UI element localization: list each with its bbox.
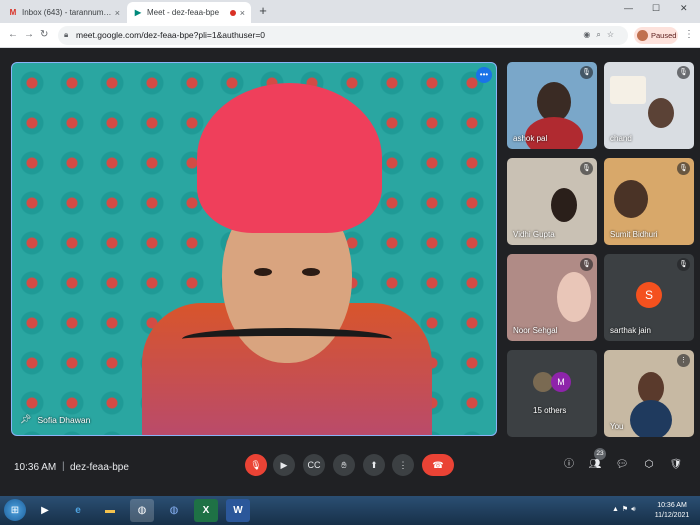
avatar: [637, 30, 648, 41]
participant-name: Vidhi Gupta: [513, 230, 555, 239]
meet-icon: ▶: [134, 8, 142, 17]
host-controls-icon[interactable]: 🛡︎: [669, 458, 683, 472]
separator: |: [62, 461, 65, 472]
recording-indicator-icon: [229, 9, 236, 16]
meeting-info-icon[interactable]: ⓘ: [562, 458, 576, 472]
meet-control-bar: 10:36 AM | dez-feaa-bpe 🎙︎ ▶ CC ✋︎ ⬆ ⋮ ☎…: [0, 448, 700, 496]
participant-tile[interactable]: 🎙︎ Noor Sehgal: [507, 254, 597, 341]
mic-off-icon: 🎙︎: [677, 258, 690, 271]
captions-button[interactable]: CC: [303, 454, 325, 476]
others-tile[interactable]: M 15 others: [507, 350, 597, 437]
tab-title: Meet - dez-feaa-bpe: [147, 8, 220, 17]
tab-gmail-inbox[interactable]: M Inbox (643) - tarannum@theindi... ×: [2, 2, 126, 23]
meet-stage: ••• 📌︎ Sofia Dhawan 🎙︎ ashok pal 🎙︎ chan…: [0, 48, 700, 496]
participant-name: You: [610, 422, 624, 431]
avatar: S: [636, 282, 662, 308]
activities-icon[interactable]: ⬡: [642, 458, 656, 472]
browser-icon[interactable]: ◍: [162, 499, 186, 522]
reload-icon[interactable]: ↻: [40, 29, 48, 40]
back-arrow-icon[interactable]: ←: [8, 29, 18, 40]
meeting-time: 10:36 AM: [14, 462, 57, 473]
participant-name: chand: [610, 134, 632, 143]
speaker-name: Sofia Dhawan: [37, 414, 91, 425]
mic-off-icon: 🎙︎: [580, 66, 593, 79]
forward-arrow-icon[interactable]: →: [24, 29, 34, 40]
tab-title: Inbox (643) - tarannum@theindi...: [22, 8, 115, 17]
others-count: 15 others: [533, 406, 567, 415]
system-tray-icon[interactable]: ▲⚑🔊︎: [612, 505, 639, 514]
participant-tile[interactable]: 🎙︎ ashok pal: [507, 62, 597, 149]
chrome-icon[interactable]: ◍: [130, 499, 154, 522]
participant-name: sarthak jain: [610, 326, 651, 335]
lock-icon: 🔒︎: [64, 30, 69, 39]
taskbar-clock[interactable]: 10:36 AM 11/12/2021: [646, 501, 698, 521]
meeting-code[interactable]: dez-feaa-bpe: [70, 462, 129, 473]
camera-button[interactable]: ▶: [273, 454, 295, 476]
speaker-video: [142, 83, 432, 435]
present-button[interactable]: ⬆: [363, 454, 385, 476]
speaker-name-label: 📌︎ Sofia Dhawan: [20, 414, 90, 425]
participant-name: ashok pal: [513, 134, 548, 143]
word-icon[interactable]: W: [226, 499, 250, 522]
new-tab-button[interactable]: +: [256, 4, 270, 18]
start-button-icon[interactable]: ⊞: [4, 499, 26, 521]
minimize-icon[interactable]: —: [624, 3, 633, 13]
more-options-button[interactable]: ⋮: [392, 454, 414, 476]
self-tile[interactable]: ⋮ You: [604, 350, 694, 437]
close-tab-icon[interactable]: ×: [115, 8, 120, 18]
participant-tile[interactable]: 🎙︎ Vidhi Gupta: [507, 158, 597, 245]
main-speaker-tile[interactable]: ••• 📌︎ Sofia Dhawan: [11, 62, 497, 436]
participant-tile[interactable]: S 🎙︎ sarthak jain: [604, 254, 694, 341]
tab-meet[interactable]: ▶ Meet - dez-feaa-bpe ×: [127, 2, 251, 23]
maximize-icon[interactable]: ☐: [652, 3, 660, 14]
file-explorer-icon[interactable]: ▬: [98, 499, 122, 522]
participant-name: Noor Sehgal: [513, 326, 558, 335]
raise-hand-button[interactable]: ✋︎: [333, 454, 355, 476]
mic-off-icon: 🎙︎: [580, 162, 593, 175]
gmail-icon: M: [9, 8, 17, 17]
url-text[interactable]: meet.google.com/dez-feaa-bpe?pli=1&authu…: [76, 30, 265, 40]
more-options-icon[interactable]: ⋮: [677, 354, 690, 367]
avatar: M: [551, 372, 571, 392]
profile-status: Paused: [651, 31, 677, 40]
tab-strip: M Inbox (643) - tarannum@theindi... × ▶ …: [0, 0, 700, 23]
mic-off-button[interactable]: 🎙︎: [245, 454, 267, 476]
browser-menu-icon[interactable]: ⋮: [684, 29, 694, 40]
profile-button[interactable]: Paused: [634, 27, 678, 44]
mic-off-icon: 🎙︎: [677, 66, 690, 79]
pin-icon[interactable]: 📌︎: [20, 414, 31, 425]
people-icon[interactable]: 👥︎: [588, 458, 602, 472]
avatar: [533, 372, 553, 392]
media-player-icon[interactable]: ▶: [33, 499, 57, 522]
excel-icon[interactable]: X: [194, 499, 218, 522]
participant-tile[interactable]: 🎙︎ chand: [604, 62, 694, 149]
windows-taskbar: ⊞ ▶ e ▬ ◍ ◍ X W ▲⚑🔊︎ 10:36 AM 11/12/2021: [0, 496, 700, 525]
clock-date: 11/12/2021: [654, 512, 690, 519]
omnibox-actions-icon[interactable]: ◉⌕☆: [583, 30, 620, 40]
clock-time: 10:36 AM: [657, 502, 687, 509]
address-bar[interactable]: 🔒︎ meet.google.com/dez-feaa-bpe?pli=1&au…: [58, 26, 628, 45]
more-options-icon[interactable]: •••: [476, 67, 492, 83]
mic-off-icon: 🎙︎: [580, 258, 593, 271]
participant-tile[interactable]: 🎙︎ Sumit Bidhuri: [604, 158, 694, 245]
participant-name: Sumit Bidhuri: [610, 230, 658, 239]
close-window-icon[interactable]: ✕: [680, 3, 688, 14]
internet-explorer-icon[interactable]: e: [66, 499, 90, 522]
mic-off-icon: 🎙︎: [677, 162, 690, 175]
leave-call-button[interactable]: ☎︎: [422, 454, 454, 476]
chat-icon[interactable]: 💬︎: [615, 458, 629, 472]
browser-toolbar: ← → ↻ 🔒︎ meet.google.com/dez-feaa-bpe?pl…: [0, 23, 700, 48]
close-tab-icon[interactable]: ×: [240, 8, 245, 18]
